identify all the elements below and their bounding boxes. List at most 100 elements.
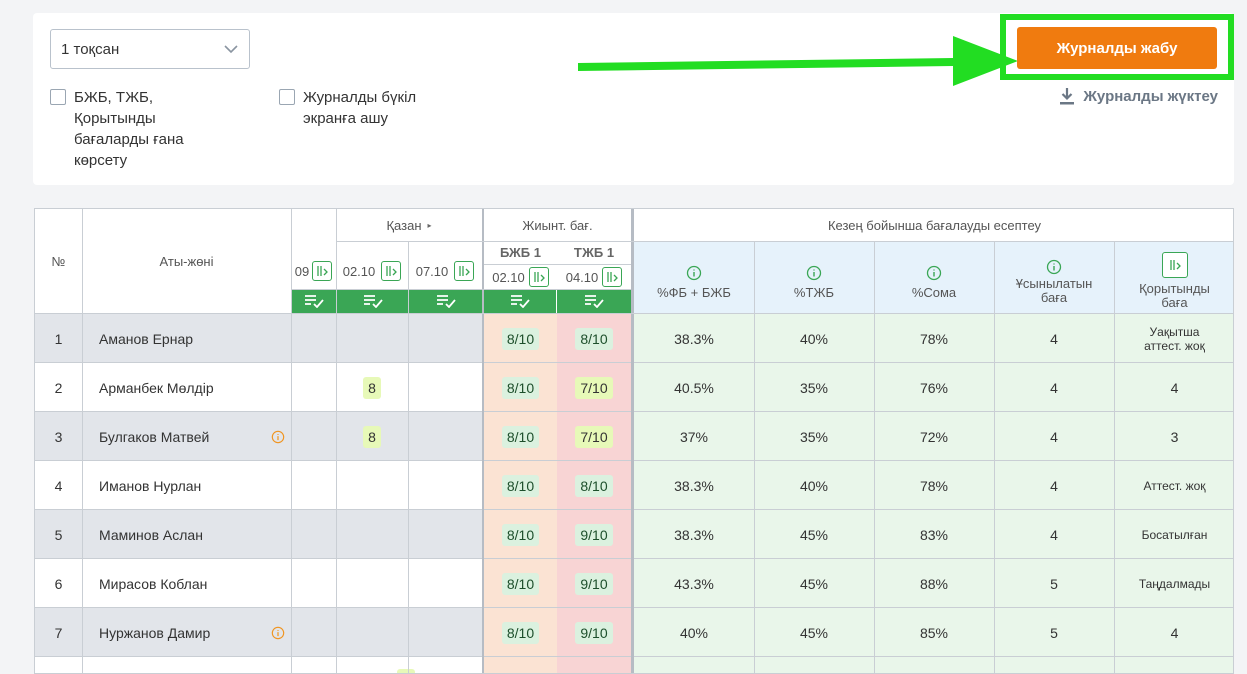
col-header-number: № [51,254,66,269]
grade-cell[interactable] [408,363,482,412]
final-grade-value: 4 [1170,379,1179,396]
calc-header-label: %Сома [911,285,957,300]
tzb-date-header[interactable]: 04.10 [557,265,631,289]
tzb-cell[interactable]: 8/10 [557,314,631,363]
bzb-cell[interactable]: 8/10 [484,363,557,412]
student-name[interactable]: Нуржанов Дамир [82,608,291,657]
grade-cell[interactable] [408,608,482,657]
mark-all-bar[interactable] [337,289,408,313]
grade-cell[interactable] [336,559,408,608]
pct-sum: 83% [919,526,949,543]
tzb-value: 7/10 [575,376,613,399]
mark-all-bar[interactable] [291,289,336,313]
bzb-date-header[interactable]: 02.10 [484,265,557,289]
grade-cell[interactable] [291,559,336,608]
date-col-header[interactable]: 09 [291,253,336,289]
filter-grades-checkbox-row[interactable]: БЖБ, ТЖБ, Қорытынды бағаларды ғана көрсе… [50,87,225,171]
edit-column-icon[interactable] [312,261,333,281]
student-name[interactable]: Булгаков Матвей [82,412,291,461]
filter-grades-checkbox[interactable] [50,89,66,105]
edit-column-icon[interactable] [528,267,549,287]
tzb-cell[interactable]: 7/10 [557,412,631,461]
grade-cell[interactable] [336,608,408,657]
grade-cell[interactable]: 8 [336,412,408,461]
grade-cell[interactable] [291,412,336,461]
edit-column-icon[interactable] [454,261,475,281]
tzb-cell[interactable]: 9/10 [557,559,631,608]
final-grade-value: Босатылған [1141,527,1208,542]
grade-cell[interactable] [291,608,336,657]
info-icon[interactable] [926,265,942,281]
grade-cell[interactable] [336,461,408,510]
fullscreen-checkbox-row[interactable]: Журналды бүкіл экранға ашу [279,87,454,129]
tzb-cell[interactable]: 7/10 [557,363,631,412]
final-grade-value: Уақытша аттест. жоқ [1144,324,1205,353]
tzb-value: 9/10 [575,572,613,595]
grid-line [291,209,292,673]
warning-info-icon[interactable] [271,430,285,444]
grade-cell[interactable] [291,510,336,559]
tzb-cell[interactable]: 9/10 [557,510,631,559]
grade-cell[interactable] [408,461,482,510]
info-icon[interactable] [686,265,702,281]
grade-cell[interactable] [291,314,336,363]
final-grade[interactable]: Уақытша аттест. жоқ [1114,314,1233,363]
caret-right-icon: ▸ [427,220,432,230]
filter-grades-label: БЖБ, ТЖБ, Қорытынды бағаларды ғана көрсе… [74,89,184,169]
grade-cell[interactable] [336,510,408,559]
final-grade[interactable]: 4 [1114,363,1233,412]
grade-cell[interactable]: 8 [336,363,408,412]
grade-cell[interactable] [291,461,336,510]
grid-line [754,241,755,673]
bzb-cell[interactable]: 8/10 [484,412,557,461]
bzb-cell[interactable]: 8/10 [484,314,557,363]
edit-column-icon[interactable] [381,261,402,281]
grade-cell[interactable] [336,314,408,363]
date-col-header[interactable]: 02.10 [336,253,408,289]
bzb-cell[interactable]: 8/10 [484,510,557,559]
month-header[interactable]: Қазан ▸ [336,209,482,241]
student-name[interactable]: Иманов Нурлан [82,461,291,510]
month-label: Қазан [386,217,422,233]
bzb-value: 8/10 [501,572,540,595]
grade-cell[interactable] [408,510,482,559]
date-col-header[interactable]: 07.10 [408,253,482,289]
row-number: 6 [54,575,63,592]
bzb-cell[interactable]: 8/10 [484,559,557,608]
bzb-cell[interactable]: 8/10 [484,608,557,657]
final-grade[interactable]: Таңдалмады [1114,559,1233,608]
edit-column-icon[interactable] [602,267,623,287]
info-icon[interactable] [806,265,822,281]
close-journal-button[interactable]: Журналды жабу [1017,27,1217,69]
student-name[interactable]: Аманов Ернар [82,314,291,363]
edit-final-icon[interactable] [1161,251,1188,278]
grid-line [291,289,631,290]
bzb-cell[interactable]: 8/10 [484,461,557,510]
final-grade[interactable]: 3 [1114,412,1233,461]
period-select[interactable]: 1 тоқсан [50,29,250,69]
student-name[interactable]: Мирасов Коблан [82,559,291,608]
grade-cell[interactable] [408,314,482,363]
download-journal-link[interactable]: Журналды жүктеу [1059,87,1218,105]
student-name[interactable]: Маминов Аслан [82,510,291,559]
col-header-name: Аты-жөні [159,254,214,269]
mark-all-bar[interactable] [409,289,482,313]
student-name[interactable]: Арманбек Мөлдір [82,363,291,412]
final-grade[interactable]: Аттест. жоқ [1114,461,1233,510]
grade-value: 8 [363,425,381,448]
grade-cell[interactable] [291,363,336,412]
grade-cell[interactable] [408,412,482,461]
tzb-cell[interactable]: 9/10 [557,608,631,657]
fullscreen-checkbox[interactable] [279,89,295,105]
mark-all-bar[interactable] [557,289,631,313]
bzb-value: 8/10 [501,523,540,546]
tzb-cell[interactable]: 8/10 [557,461,631,510]
warning-info-icon[interactable] [271,626,285,640]
calc-header-final: Қорытынды баға [1114,241,1233,314]
final-grade[interactable]: 4 [1114,608,1233,657]
mark-all-bar[interactable] [484,289,556,313]
date-label: 02.10 [492,269,525,285]
info-icon[interactable] [1046,259,1062,275]
final-grade[interactable]: Босатылған [1114,510,1233,559]
grade-cell[interactable] [408,559,482,608]
